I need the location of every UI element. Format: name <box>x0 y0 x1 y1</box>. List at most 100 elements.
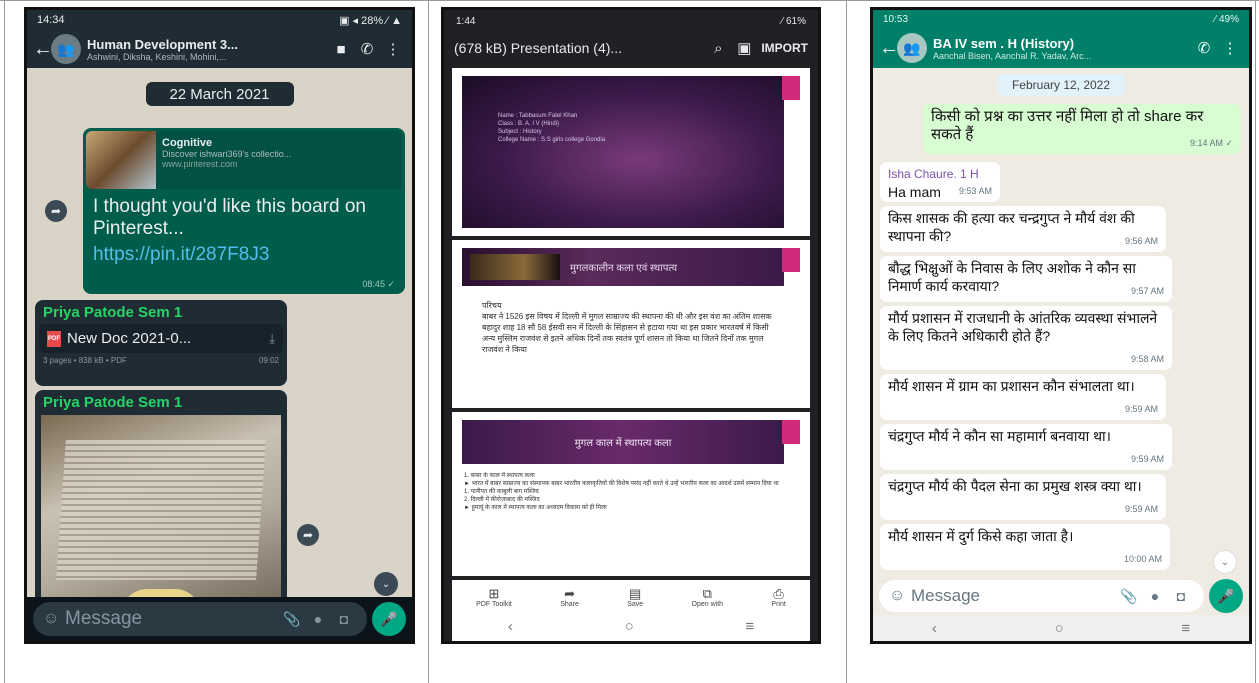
photo-attachment[interactable] <box>41 415 281 615</box>
nav-back-icon[interactable]: ‹ <box>508 618 513 635</box>
nav-home-icon[interactable]: ○ <box>1055 620 1064 637</box>
more-options-icon[interactable]: ⋮ <box>1217 39 1243 57</box>
toolbar-label: Open with <box>691 601 724 608</box>
back-arrow-icon[interactable]: ← <box>879 37 899 60</box>
sender-name: Priya Patode Sem 1 <box>43 394 183 411</box>
add-call-icon[interactable]: ✆ <box>1191 39 1217 57</box>
video-call-icon[interactable]: ■ <box>328 41 354 58</box>
message-input[interactable]: ☺ Message 📎 ● ◘ <box>879 580 1204 612</box>
incoming-message-bubble[interactable]: Isha Chaure. 1 H Ha mam 9:53 AM <box>880 162 1000 202</box>
column-divider-1 <box>428 0 429 683</box>
message-placeholder: Message <box>65 608 143 629</box>
incoming-message-bubble[interactable]: बौद्ध भिक्षुओं के निवास के लिए अशोक ने क… <box>880 256 1172 302</box>
message-placeholder: Message <box>911 586 980 605</box>
incoming-document-bubble[interactable]: Priya Patode Sem 1 PDF New Doc 2021-0...… <box>35 300 287 386</box>
pdf-toolkit-button[interactable]: ⊞ PDF Toolkit <box>476 586 512 608</box>
camera-icon[interactable]: ◘ <box>1168 588 1194 604</box>
nav-recents-icon[interactable]: ≡ <box>745 618 754 635</box>
link-preview[interactable]: Cognitive Discover ishwari369's collecti… <box>86 131 402 189</box>
share-button[interactable]: ➦ Share <box>560 586 579 608</box>
group-members: Aanchal Bisen, Aanchal R. Yadav, Arc... <box>933 50 1092 61</box>
slide2-banner-image <box>470 254 560 280</box>
payment-icon[interactable]: ● <box>1142 588 1168 604</box>
voice-call-icon[interactable]: ✆ <box>354 40 380 58</box>
scroll-down-icon[interactable]: ⌄ <box>1213 550 1237 574</box>
forward-icon[interactable]: ➦ <box>45 200 67 222</box>
open-with-icon: ⧉ <box>702 586 712 601</box>
emoji-icon[interactable]: ☺ <box>889 587 911 605</box>
back-arrow-icon[interactable]: ← <box>33 38 53 61</box>
slide2-body: परिचय बाबर ने 1526 इस विषय में दिल्ली मे… <box>482 301 772 354</box>
status-time: 1:44 <box>456 15 476 27</box>
outgoing-message-bubble[interactable]: किसी को प्रश्न का उत्तर नहीं मिला हो तो … <box>923 104 1241 154</box>
group-title: Human Development 3... <box>87 36 238 52</box>
toolbar-label: Save <box>627 601 644 608</box>
message-input[interactable]: ☺ Message 📎 ● ◘ <box>33 602 367 636</box>
date-chip: 22 March 2021 <box>145 82 294 106</box>
import-button[interactable]: IMPORT <box>761 41 808 55</box>
slide-1[interactable]: Name : Tabbasum Fatel Khan Class : B. A.… <box>452 68 810 236</box>
forward-icon[interactable]: ➦ <box>297 524 319 546</box>
mic-icon[interactable]: 🎤 <box>372 602 406 636</box>
android-nav-bar: ‹ ○ ≡ <box>452 611 810 641</box>
mic-icon[interactable]: 🎤 <box>1209 579 1243 613</box>
slide-3[interactable]: मुगल काल में स्थापत्य कला 1. बाबर के काल… <box>452 412 810 576</box>
message-text: किस शासक की हत्या कर चन्द्रगुप्त ने मौर्… <box>888 210 1135 244</box>
emoji-icon[interactable]: ☺ <box>43 610 65 628</box>
save-icon: ▤ <box>629 586 642 601</box>
save-button[interactable]: ▤ Save <box>627 586 643 608</box>
incoming-message-bubble[interactable]: चंद्रगुप्त मौर्य ने कौन सा महामार्ग बनवा… <box>880 424 1172 470</box>
incoming-message-bubble[interactable]: मौर्य शासन में दुर्ग किसे कहा जाता है। 1… <box>880 524 1170 570</box>
incoming-message-bubble[interactable]: मौर्य शासन में ग्राम का प्रशासन कौन संभा… <box>880 374 1166 420</box>
more-options-icon[interactable]: ⋮ <box>380 40 406 58</box>
incoming-message-bubble[interactable]: मौर्य प्रशासन में राजधानी के आंतरिक व्यव… <box>880 306 1172 370</box>
message-text: Ha mam <box>888 184 941 200</box>
status-bar: 14:34 ▣ ◂ 28% ⁄ ▲ <box>27 10 412 30</box>
whatsapp-phone-light: 10:53 ⁄ 49% ← 👥 BA IV sem . H (History) … <box>870 7 1252 644</box>
slide1-text: Name : Tabbasum Fatel Khan Class : B. A.… <box>498 112 605 144</box>
group-avatar[interactable]: 👥 <box>51 34 81 64</box>
incoming-message-bubble[interactable]: चंद्रगुप्त मौर्य की पैदल सेना का प्रमुख … <box>880 474 1166 520</box>
toolbar-label: Share <box>560 601 579 608</box>
sender-name: Priya Patode Sem 1 <box>43 304 183 321</box>
document-attachment[interactable]: PDF New Doc 2021-0... ⤓ <box>39 324 283 353</box>
attach-icon[interactable]: 📎 <box>1116 588 1142 605</box>
link-title: Cognitive <box>162 137 213 149</box>
pdf-icon: PDF <box>47 330 61 347</box>
open-with-button[interactable]: ⧉ Open with <box>692 586 724 608</box>
incoming-message-bubble[interactable]: किस शासक की हत्या कर चन्द्रगुप्त ने मौर्… <box>880 206 1166 252</box>
search-icon[interactable]: ⌕ <box>705 40 731 57</box>
payment-icon[interactable]: ● <box>305 611 331 627</box>
outgoing-message-bubble[interactable]: Cognitive Discover ishwari369's collecti… <box>83 128 405 294</box>
nav-back-icon[interactable]: ‹ <box>932 620 937 637</box>
camera-icon[interactable]: ◘ <box>331 611 357 627</box>
slide-accent <box>782 248 800 272</box>
table-border-right <box>1255 0 1256 683</box>
incoming-photo-bubble[interactable]: Priya Patode Sem 1 <box>35 390 287 630</box>
status-bar: 10:53 ⁄ 49% <box>873 10 1249 28</box>
chat-title-area[interactable]: BA IV sem . H (History) Aanchal Bisen, A… <box>933 36 1191 61</box>
message-text: मौर्य प्रशासन में राजधानी के आंतरिक व्यव… <box>888 310 1158 344</box>
message-link[interactable]: https://pin.it/287F8J3 <box>83 244 405 266</box>
status-time: 10:53 <box>883 13 909 25</box>
scroll-down-icon[interactable]: ⌄ <box>374 572 398 596</box>
chat-title-area[interactable]: Human Development 3... Ashwini, Diksha, … <box>87 37 328 62</box>
nav-home-icon[interactable]: ○ <box>625 618 634 635</box>
attach-icon[interactable]: 📎 <box>279 611 305 628</box>
slide-background <box>462 76 784 228</box>
pdf-toolbar: ⊞ PDF Toolkit ➦ Share ▤ Save ⧉ Open with ⎙ Pr… <box>452 580 810 614</box>
slide-2[interactable]: मुगलकालीन कला एवं स्थापत्य परिचय बाबर ने… <box>452 240 810 408</box>
nav-recents-icon[interactable]: ≡ <box>1181 620 1190 637</box>
download-icon[interactable]: ⤓ <box>269 331 275 347</box>
status-time: 14:34 <box>37 14 65 26</box>
slide1-line: College Name : S.S girls college Gondia <box>498 137 606 143</box>
group-members: Ashwini, Diksha, Keshini, Mohini,... <box>87 51 227 62</box>
group-avatar[interactable]: 👥 <box>897 33 927 63</box>
print-button[interactable]: ⎙ Print <box>771 586 785 608</box>
slide2-title: मुगलकालीन कला एवं स्थापत्य <box>570 263 678 274</box>
slide2-header: मुगलकालीन कला एवं स्थापत्य <box>462 248 784 286</box>
slide3-header: मुगल काल में स्थापत्य कला <box>462 420 784 464</box>
link-thumbnail <box>86 131 156 189</box>
save-icon[interactable]: ▣ <box>731 39 757 57</box>
message-time: 9:59 AM <box>1130 454 1164 464</box>
